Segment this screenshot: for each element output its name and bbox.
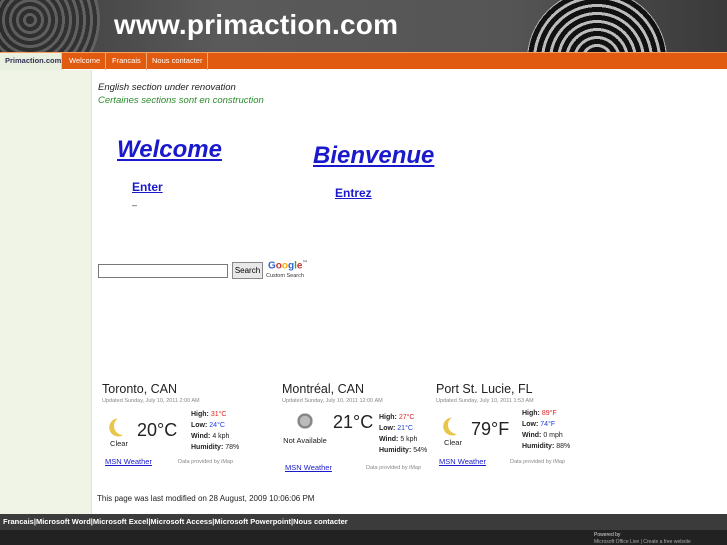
powered-by-label: Powered by bbox=[594, 532, 621, 538]
weather-city: Montréal, CAN bbox=[282, 382, 364, 396]
ms-office-live-link[interactable]: Microsoft Office Live | Create a free we… bbox=[594, 539, 691, 545]
custom-search-label: Custom Search bbox=[266, 273, 304, 279]
google-logo: Google™ bbox=[268, 260, 308, 272]
last-modified-text: This page was last modified on 28 August… bbox=[97, 494, 315, 503]
tab-primaction[interactable]: Primaction.com bbox=[0, 53, 62, 70]
weather-updated: Updated Sunday, July 10, 2011 1:53 AM bbox=[436, 398, 534, 404]
weather-stats: High: 31°C Low: 24°C Wind: 4 kph Humidit… bbox=[191, 411, 240, 451]
data-provider: Data provided by iMap bbox=[366, 465, 422, 471]
na-weather-icon bbox=[296, 412, 314, 430]
sidebar bbox=[0, 70, 92, 514]
dash-text: – bbox=[132, 200, 138, 210]
weather-condition: Clear bbox=[110, 439, 128, 448]
weather-widget-toronto: Toronto, CAN Updated Sunday, July 10, 20… bbox=[102, 382, 262, 477]
header-banner: www.primaction.com bbox=[0, 0, 727, 52]
weather-temp: 79°F bbox=[471, 419, 510, 439]
english-renovation-note: English section under renovation bbox=[98, 82, 236, 93]
tab-nous-contacter[interactable]: Nous contacter bbox=[147, 53, 209, 70]
moon-icon bbox=[111, 414, 134, 437]
tab-welcome[interactable]: Welcome bbox=[64, 53, 107, 70]
weather-updated: Updated Sunday, July 10, 2011 2:00 AM bbox=[102, 398, 200, 404]
footer-links-bar: Francais|Microsoft Word|Microsoft Excel|… bbox=[0, 514, 727, 530]
bienvenue-link[interactable]: Bienvenue bbox=[313, 142, 434, 170]
swirl-decoration-right bbox=[527, 0, 667, 52]
welcome-link[interactable]: Welcome bbox=[117, 136, 222, 164]
weather-temp: 20°C bbox=[137, 420, 178, 440]
weather-stats: High: 27°C Low: 21°C Wind: 5 kph Humidit… bbox=[379, 414, 428, 454]
entrez-link[interactable]: Entrez bbox=[335, 186, 372, 200]
weather-updated: Updated Sunday, July 10, 2011 12:00 AM bbox=[282, 398, 383, 404]
site-title: www.primaction.com bbox=[114, 9, 399, 40]
search-button[interactable]: Search bbox=[232, 262, 263, 279]
moon-icon bbox=[445, 413, 468, 436]
weather-condition: Not Available bbox=[283, 436, 327, 445]
footer-links[interactable]: Francais|Microsoft Word|Microsoft Excel|… bbox=[3, 517, 348, 526]
msn-weather-link[interactable]: MSN Weather bbox=[105, 457, 152, 466]
weather-condition: Clear bbox=[444, 438, 462, 447]
weather-widget-montreal: Montréal, CAN Updated Sunday, July 10, 2… bbox=[282, 382, 442, 477]
enter-link[interactable]: Enter bbox=[132, 180, 163, 194]
weather-temp: 21°C bbox=[333, 412, 374, 432]
footer-powered-bar: Powered by Microsoft Office Live | Creat… bbox=[0, 530, 727, 545]
weather-stats: High: 89°F Low: 74°F Wind: 0 mph Humidit… bbox=[522, 410, 571, 450]
nav-bar: Primaction.com Welcome Francais Nous con… bbox=[0, 52, 727, 70]
weather-city: Toronto, CAN bbox=[102, 382, 178, 396]
weather-widget-port-st-lucie: Port St. Lucie, FL Updated Sunday, July … bbox=[436, 382, 596, 477]
data-provider: Data provided by iMap bbox=[510, 459, 566, 465]
swirl-decoration-left bbox=[0, 0, 100, 52]
weather-city: Port St. Lucie, FL bbox=[436, 382, 533, 396]
msn-weather-link[interactable]: MSN Weather bbox=[439, 457, 486, 466]
data-provider: Data provided by iMap bbox=[178, 459, 234, 465]
tab-francais[interactable]: Francais bbox=[107, 53, 147, 70]
msn-weather-link[interactable]: MSN Weather bbox=[285, 463, 332, 472]
search-input[interactable] bbox=[98, 264, 228, 278]
french-construction-note: Certaines sections sont en construction bbox=[98, 95, 264, 106]
